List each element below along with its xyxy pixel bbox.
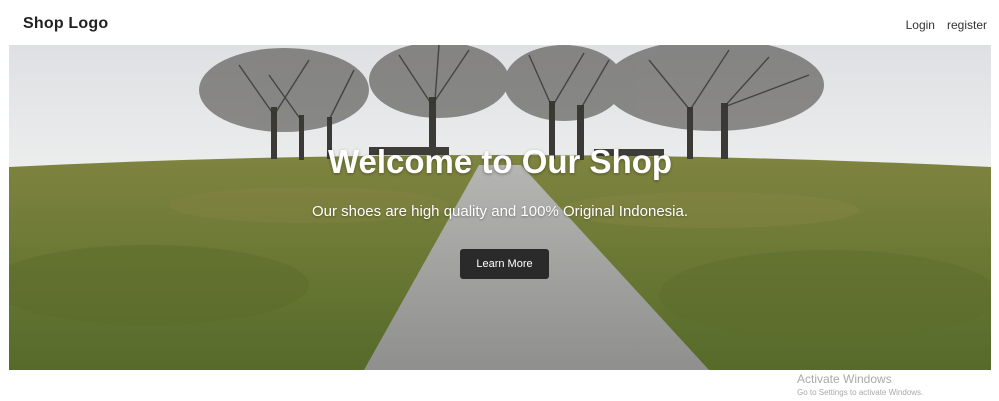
hero-title: Welcome to Our Shop (327, 143, 673, 180)
login-link[interactable]: Login (906, 18, 935, 32)
activate-windows-watermark: Activate Windows Go to Settings to activ… (797, 372, 923, 399)
shop-logo[interactable]: Shop Logo (23, 15, 108, 33)
hero-subtitle: Our shoes are high quality and 100% Orig… (311, 203, 689, 220)
watermark-subtitle: Go to Settings to activate Windows. (797, 388, 924, 397)
hero-banner: Welcome to Our Shop Our shoes are high q… (9, 45, 991, 370)
learn-more-button[interactable]: Learn More (460, 249, 549, 279)
page: Shop Logo Login register Welcome to Our … (0, 0, 999, 401)
watermark-title: Activate Windows (797, 372, 892, 386)
register-link[interactable]: register (947, 18, 987, 32)
nav-links: Login register (906, 18, 987, 32)
top-navbar: Shop Logo Login register (0, 0, 999, 44)
